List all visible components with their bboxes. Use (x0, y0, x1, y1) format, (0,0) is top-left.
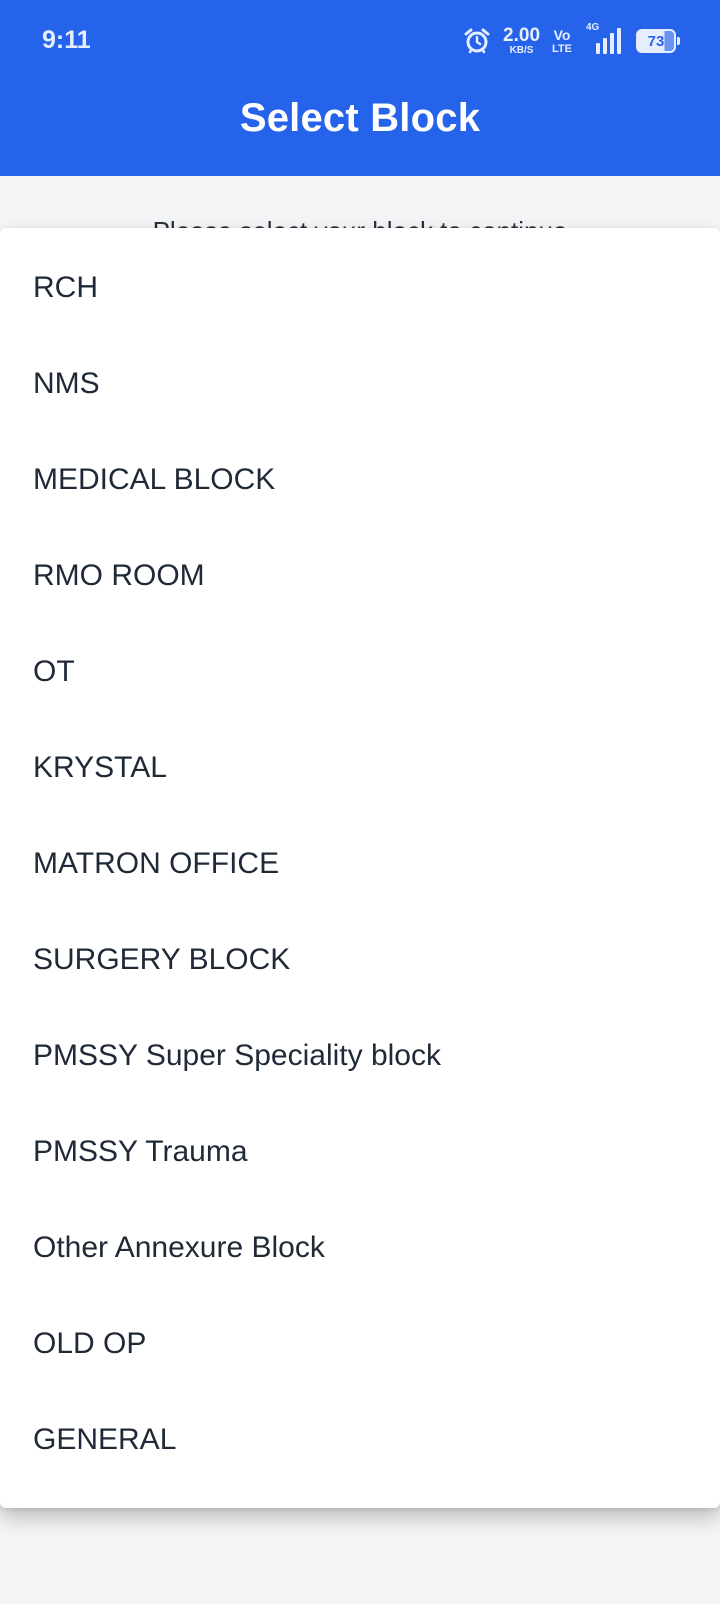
status-bar: 9:11 2.00 KB/S Vo LTE 4G 73 (0, 0, 720, 82)
battery-icon: 73 (636, 29, 680, 53)
net-speed-value: 2.00 (503, 25, 541, 46)
page-title: Select Block (239, 96, 481, 140)
dropdown-item-krystal[interactable]: KRYSTAL (0, 720, 720, 816)
network-type: 4G (586, 22, 600, 33)
dropdown-item-rch[interactable]: RCH (0, 240, 720, 336)
volte-bottom: LTE (552, 42, 572, 55)
volte-indicator: Vo LTE (552, 28, 572, 55)
dropdown-item-ot[interactable]: OT (0, 624, 720, 720)
battery-level: 73 (647, 32, 665, 50)
dropdown-item-medical-block[interactable]: MEDICAL BLOCK (0, 432, 720, 528)
volte-top: Vo (553, 26, 571, 43)
dropdown-item-other-annexure-block[interactable]: Other Annexure Block (0, 1200, 720, 1296)
dropdown-item-pmssy-trauma[interactable]: PMSSY Trauma (0, 1104, 720, 1200)
dropdown-item-rmo-room[interactable]: RMO ROOM (0, 528, 720, 624)
signal-indicator: 4G (584, 22, 624, 56)
dropdown-item-surgery-block[interactable]: SURGERY BLOCK (0, 912, 720, 1008)
dropdown-item-pmssy-super-speciality-block[interactable]: PMSSY Super Speciality block (0, 1008, 720, 1104)
net-speed-indicator: 2.00 KB/S (503, 26, 540, 56)
dropdown-item-old-op[interactable]: OLD OP (0, 1296, 720, 1392)
net-speed-unit: KB/S (509, 45, 534, 56)
alarm-icon (463, 27, 491, 55)
block-dropdown-menu: RCH NMS MEDICAL BLOCK RMO ROOM OT KRYSTA… (0, 228, 720, 1508)
status-icons: 2.00 KB/S Vo LTE 4G 73 (463, 22, 680, 58)
dropdown-item-nms[interactable]: NMS (0, 336, 720, 432)
status-time: 9:11 (42, 26, 91, 54)
app-bar: 9:11 2.00 KB/S Vo LTE 4G 73 Select Block (0, 0, 720, 176)
dropdown-item-general[interactable]: GENERAL (0, 1392, 720, 1488)
dropdown-item-matron-office[interactable]: MATRON OFFICE (0, 816, 720, 912)
